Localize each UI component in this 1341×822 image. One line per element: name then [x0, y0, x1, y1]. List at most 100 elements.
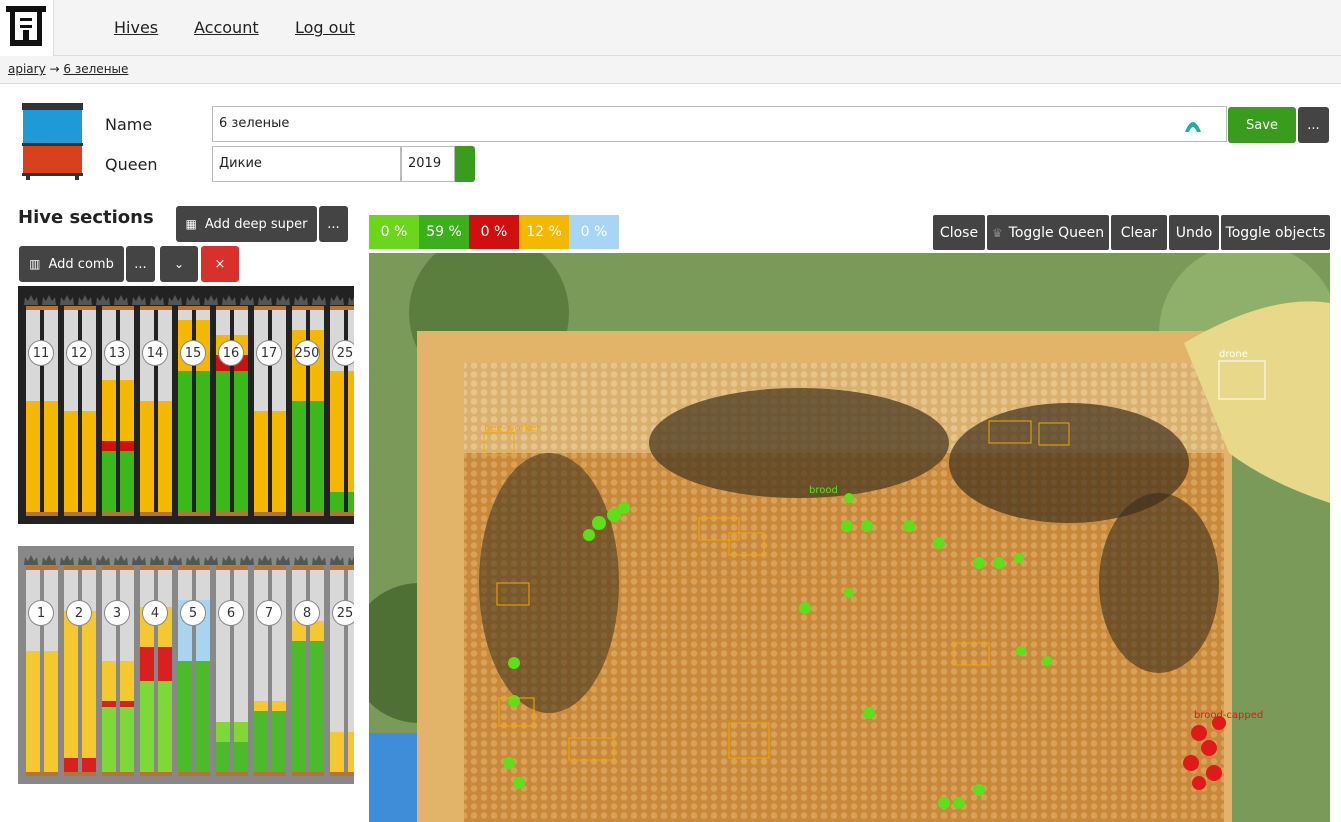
frame-top-bar — [216, 306, 248, 310]
nav-account-link[interactable]: Account — [194, 18, 259, 37]
breadcrumb-apiary-link[interactable]: apiary — [8, 62, 46, 76]
frame-photo[interactable]: drone bee-worker brood brood-capped — [369, 253, 1330, 822]
crown-icon — [78, 290, 92, 305]
frame-number[interactable]: 4 — [142, 600, 168, 626]
app-logo[interactable] — [0, 0, 54, 56]
comb-side — [26, 306, 40, 516]
frame-number[interactable]: 12 — [66, 340, 92, 366]
comb-side — [292, 306, 306, 516]
frame-number[interactable]: 14 — [142, 340, 168, 366]
comb-frame[interactable]: 4 — [140, 566, 172, 776]
comb-frame[interactable]: 17 — [254, 306, 286, 516]
crown-row — [18, 286, 354, 305]
frame-bottom-bar — [26, 512, 58, 516]
comb-frame[interactable]: 25 — [330, 566, 354, 776]
comb-frame[interactable]: 13 — [102, 306, 134, 516]
comb-fill — [158, 401, 172, 512]
frame-bottom-bar — [140, 512, 172, 516]
comb-more-button[interactable]: ... — [126, 246, 155, 282]
frame-top-bar — [64, 566, 96, 570]
nav-logout-link[interactable]: Log out — [295, 18, 355, 37]
frame-top-bar — [292, 306, 324, 310]
frame-number[interactable]: 13 — [104, 340, 130, 366]
frame-number[interactable]: 6 — [218, 600, 244, 626]
clear-button[interactable]: Clear — [1111, 215, 1167, 250]
frame-bottom-bar — [254, 512, 286, 516]
stat-cell: 0 % — [569, 215, 619, 249]
hive-more-button[interactable]: ... — [1298, 107, 1329, 143]
comb-frame[interactable]: 1 — [26, 566, 58, 776]
comb-frame[interactable]: 11 — [26, 306, 58, 516]
comb-frame[interactable]: 25 — [330, 306, 354, 516]
sections-more-button[interactable]: ... — [319, 206, 348, 242]
frame-number[interactable]: 25 — [332, 600, 354, 626]
comb-frame[interactable]: 7 — [254, 566, 286, 776]
frame-number[interactable]: 5 — [180, 600, 206, 626]
breadcrumb-current-link[interactable]: 6 зеленые — [63, 62, 128, 76]
frame-number[interactable]: 25 — [332, 340, 354, 366]
delete-section-button[interactable]: × — [201, 246, 239, 282]
comb-side — [120, 306, 134, 516]
save-button[interactable]: Save — [1228, 107, 1296, 143]
frame-bottom-bar — [178, 512, 210, 516]
comb-fill — [292, 401, 306, 512]
add-deep-super-button[interactable]: ▦ Add deep super — [176, 206, 317, 242]
comb-frame[interactable]: 12 — [64, 306, 96, 516]
comb-fill — [82, 611, 96, 758]
comb-frame[interactable]: 2 — [64, 566, 96, 776]
undo-button[interactable]: Undo — [1169, 215, 1219, 250]
frame-number[interactable]: 7 — [256, 600, 282, 626]
frame-top-bar — [26, 306, 58, 310]
comb-fill — [26, 651, 40, 772]
comb-fill — [292, 641, 306, 772]
frame-number[interactable]: 1 — [28, 600, 54, 626]
comb-frame[interactable]: 8 — [292, 566, 324, 776]
comb-fill — [102, 701, 116, 707]
comb-frame[interactable]: 15 — [178, 306, 210, 516]
queen-year-input[interactable]: 2019 — [401, 146, 455, 182]
queen-color-swatch[interactable] — [455, 146, 475, 182]
crown-icon — [222, 550, 236, 565]
hive-name-input[interactable]: 6 зеленые — [212, 106, 1227, 142]
crown-icon — [312, 550, 326, 565]
comb-frame[interactable]: 6 — [216, 566, 248, 776]
comb-fill — [178, 661, 192, 772]
comb-fill — [102, 380, 116, 441]
frame-number[interactable]: 16 — [218, 340, 244, 366]
comb-frame[interactable]: 250 — [292, 306, 324, 516]
frame-number[interactable]: 11 — [28, 340, 54, 366]
comb-frame[interactable]: 3 — [102, 566, 134, 776]
toggle-objects-button[interactable]: Toggle objects — [1221, 215, 1330, 250]
frame-number[interactable]: 250 — [294, 340, 320, 366]
comb-frame[interactable]: 14 — [140, 306, 172, 516]
add-comb-button[interactable]: ▥ Add comb — [19, 246, 124, 282]
comb-frame[interactable]: 5 — [178, 566, 210, 776]
frame-top-bar — [140, 566, 172, 570]
close-button[interactable]: Close — [933, 215, 985, 250]
crown-icon — [276, 290, 290, 305]
frame-number[interactable]: 2 — [66, 600, 92, 626]
comb-side — [178, 566, 192, 776]
crown-icon — [168, 550, 182, 565]
queen-name-input[interactable]: Дикие — [212, 146, 401, 182]
chevron-down-button[interactable]: ⌄ — [160, 246, 198, 282]
frame-number[interactable]: 15 — [180, 340, 206, 366]
comb-fill — [140, 681, 154, 772]
crown-icon — [240, 290, 254, 305]
comb-side — [330, 566, 344, 776]
frame-bottom-bar — [26, 772, 58, 776]
toggle-queen-button[interactable]: ♛ Toggle Queen — [987, 215, 1109, 250]
comb-side — [102, 566, 116, 776]
comb-fill — [82, 758, 96, 772]
frame-number[interactable]: 17 — [256, 340, 282, 366]
frame-number[interactable]: 3 — [104, 600, 130, 626]
queen-label: Queen — [105, 155, 158, 174]
comb-frame[interactable]: 16 — [216, 306, 248, 516]
comb-fill — [234, 742, 248, 772]
hive-box-1[interactable]: 11 12 13 14 15 16 17 250 25 — [18, 286, 354, 524]
nav-hives-link[interactable]: Hives — [114, 18, 158, 37]
hive-box-2[interactable]: 1 2 3 4 5 6 7 8 25 — [18, 546, 354, 784]
frame-bottom-bar — [102, 512, 134, 516]
comb-fill — [44, 651, 58, 772]
frame-number[interactable]: 8 — [294, 600, 320, 626]
